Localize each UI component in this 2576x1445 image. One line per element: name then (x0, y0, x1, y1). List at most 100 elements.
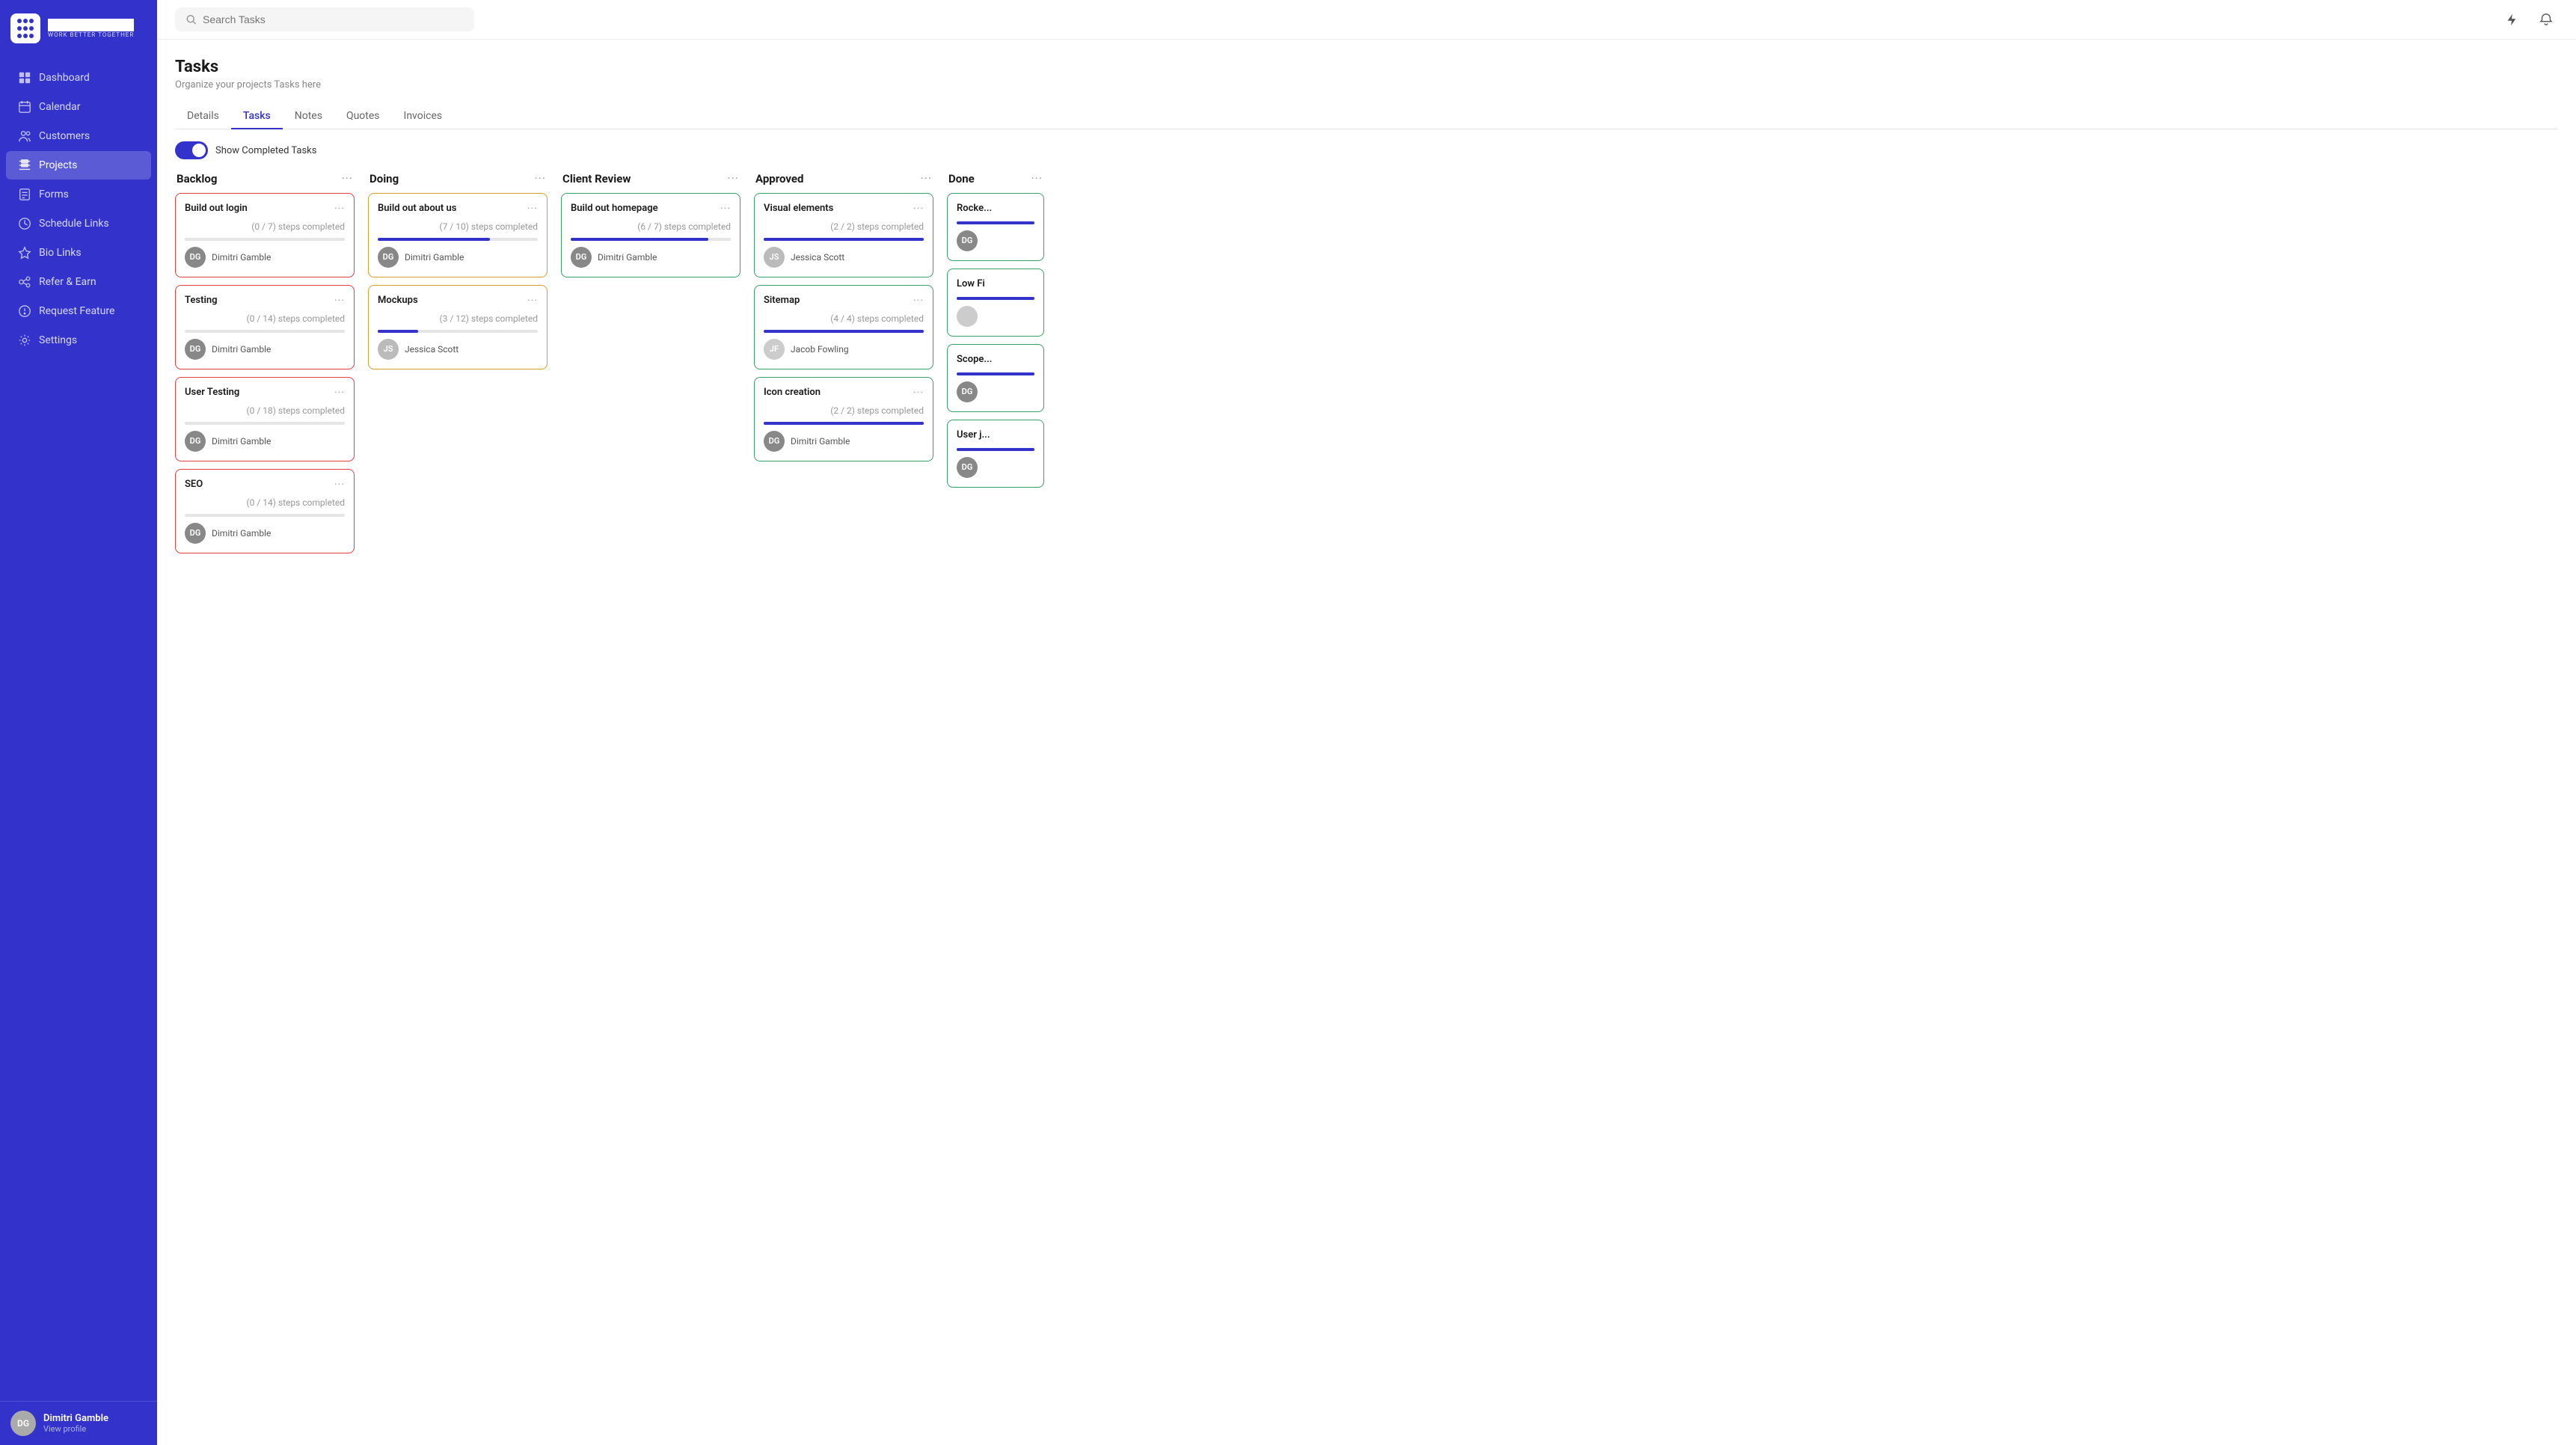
show-completed-toggle[interactable] (175, 141, 208, 159)
column-menu-client-review[interactable]: ··· (727, 171, 739, 185)
column-client-review: Client Review ··· Build out homepage ···… (561, 171, 740, 1433)
settings-icon (18, 334, 31, 347)
user-profile[interactable]: DG Dimitri Gamble View profile (0, 1401, 157, 1445)
projects-icon (18, 159, 31, 172)
avatar (957, 306, 978, 327)
task-card[interactable]: Sitemap ··· (4 / 4) steps completed JF J… (754, 285, 933, 369)
task-card[interactable]: Icon creation ··· (2 / 2) steps complete… (754, 377, 933, 461)
sidebar-item-customers[interactable]: Customers (6, 122, 151, 150)
card-menu[interactable]: ··· (913, 295, 924, 307)
card-menu[interactable]: ··· (527, 295, 538, 307)
forms-icon (18, 188, 31, 201)
avatar: DG (185, 523, 206, 544)
page-title: Tasks (175, 58, 2558, 76)
sidebar-logo[interactable]: Projects Hub WORK BETTER TOGETHER (0, 0, 157, 57)
card-menu[interactable]: ··· (334, 387, 345, 399)
feature-icon (18, 304, 31, 318)
toolbar: Show Completed Tasks (175, 141, 2558, 159)
main-content: Tasks Organize your projects Tasks here … (157, 0, 2576, 1445)
page-content: Tasks Organize your projects Tasks here … (157, 40, 2576, 1445)
header (157, 0, 2576, 40)
task-card[interactable]: User j... DG (947, 420, 1044, 488)
card-menu[interactable]: ··· (334, 203, 345, 215)
tab-tasks[interactable]: Tasks (231, 104, 283, 129)
page-subtitle: Organize your projects Tasks here (175, 79, 2558, 90)
sidebar-nav: Dashboard Calendar Customers Projects Fo (0, 57, 157, 1401)
logo-text: Projects Hub WORK BETTER TOGETHER (48, 19, 134, 38)
task-card[interactable]: SEO ··· (0 / 14) steps completed DG Dimi… (175, 469, 355, 553)
avatar: DG (764, 431, 785, 452)
tab-quotes[interactable]: Quotes (334, 104, 392, 129)
search-bar[interactable] (175, 7, 474, 31)
avatar: DG (185, 431, 206, 452)
sidebar-item-forms[interactable]: Forms (6, 180, 151, 209)
column-menu-doing[interactable]: ··· (534, 171, 546, 185)
card-menu[interactable]: ··· (720, 203, 731, 215)
kanban-board: Backlog ··· Build out login ··· (0 / 7) … (175, 171, 2558, 1445)
lightning-icon (2505, 13, 2518, 26)
task-card[interactable]: Build out homepage ··· (6 / 7) steps com… (561, 193, 740, 277)
column-done: Done ··· Rocke... DG Low Fi (947, 171, 1044, 1433)
avatar: DG (957, 457, 978, 478)
tab-notes[interactable]: Notes (283, 104, 334, 129)
task-card[interactable]: Build out about us ··· (7 / 10) steps co… (368, 193, 548, 277)
card-menu[interactable]: ··· (334, 295, 345, 307)
sidebar-item-projects[interactable]: Projects (6, 151, 151, 180)
avatar: DG (185, 247, 206, 268)
sidebar-item-calendar[interactable]: Calendar (6, 93, 151, 121)
column-title-client-review: Client Review (562, 172, 631, 185)
task-card[interactable]: Testing ··· (0 / 14) steps completed DG … (175, 285, 355, 369)
sidebar-item-dashboard[interactable]: Dashboard (6, 64, 151, 92)
sidebar-item-request-feature[interactable]: Request Feature (6, 297, 151, 325)
lightning-button[interactable] (2500, 7, 2524, 31)
toggle-knob (192, 144, 206, 157)
avatar: JS (764, 247, 785, 268)
bell-icon (2539, 13, 2553, 26)
tab-details[interactable]: Details (175, 104, 231, 129)
search-input[interactable] (203, 13, 464, 25)
column-menu-backlog[interactable]: ··· (341, 171, 353, 185)
refer-icon (18, 275, 31, 289)
card-menu[interactable]: ··· (913, 387, 924, 399)
tabs: Details Tasks Notes Quotes Invoices (175, 104, 2558, 129)
avatar: JS (378, 339, 399, 360)
column-doing: Doing ··· Build out about us ··· (7 / 10… (368, 171, 548, 1433)
avatar: DG (957, 230, 978, 251)
calendar-icon (18, 100, 31, 114)
sidebar-item-refer-earn[interactable]: Refer & Earn (6, 268, 151, 296)
avatar: DG (571, 247, 592, 268)
tab-invoices[interactable]: Invoices (392, 104, 455, 129)
column-backlog: Backlog ··· Build out login ··· (0 / 7) … (175, 171, 355, 1433)
card-menu[interactable]: ··· (334, 479, 345, 491)
column-menu-done[interactable]: ··· (1031, 171, 1043, 185)
customers-icon (18, 129, 31, 143)
column-title-done: Done (948, 172, 975, 185)
column-title-doing: Doing (369, 172, 399, 185)
card-menu[interactable]: ··· (913, 203, 924, 215)
task-card[interactable]: Build out login ··· (0 / 7) steps comple… (175, 193, 355, 277)
sidebar: Projects Hub WORK BETTER TOGETHER Dashbo… (0, 0, 157, 1445)
avatar: DG (378, 247, 399, 268)
sidebar-item-schedule-links[interactable]: Schedule Links (6, 209, 151, 238)
column-title-approved: Approved (755, 172, 803, 185)
task-card[interactable]: Mockups ··· (3 / 12) steps completed JS … (368, 285, 548, 369)
avatar: JF (764, 339, 785, 360)
search-icon (185, 13, 197, 25)
card-menu[interactable]: ··· (527, 203, 538, 215)
sidebar-item-settings[interactable]: Settings (6, 326, 151, 355)
sidebar-item-bio-links[interactable]: Bio Links (6, 239, 151, 267)
logo-icon (10, 13, 40, 43)
task-card[interactable]: Visual elements ··· (2 / 2) steps comple… (754, 193, 933, 277)
task-card[interactable]: Low Fi (947, 269, 1044, 337)
schedule-icon (18, 217, 31, 230)
avatar: DG (957, 381, 978, 402)
column-menu-approved[interactable]: ··· (920, 171, 932, 185)
avatar: DG (185, 339, 206, 360)
column-approved: Approved ··· Visual elements ··· (2 / 2)… (754, 171, 933, 1433)
task-card[interactable]: User Testing ··· (0 / 18) steps complete… (175, 377, 355, 461)
notifications-button[interactable] (2534, 7, 2558, 31)
column-title-backlog: Backlog (177, 172, 217, 185)
task-card[interactable]: Rocke... DG (947, 193, 1044, 261)
task-card[interactable]: Scope... DG (947, 344, 1044, 412)
toggle-label: Show Completed Tasks (215, 145, 316, 156)
